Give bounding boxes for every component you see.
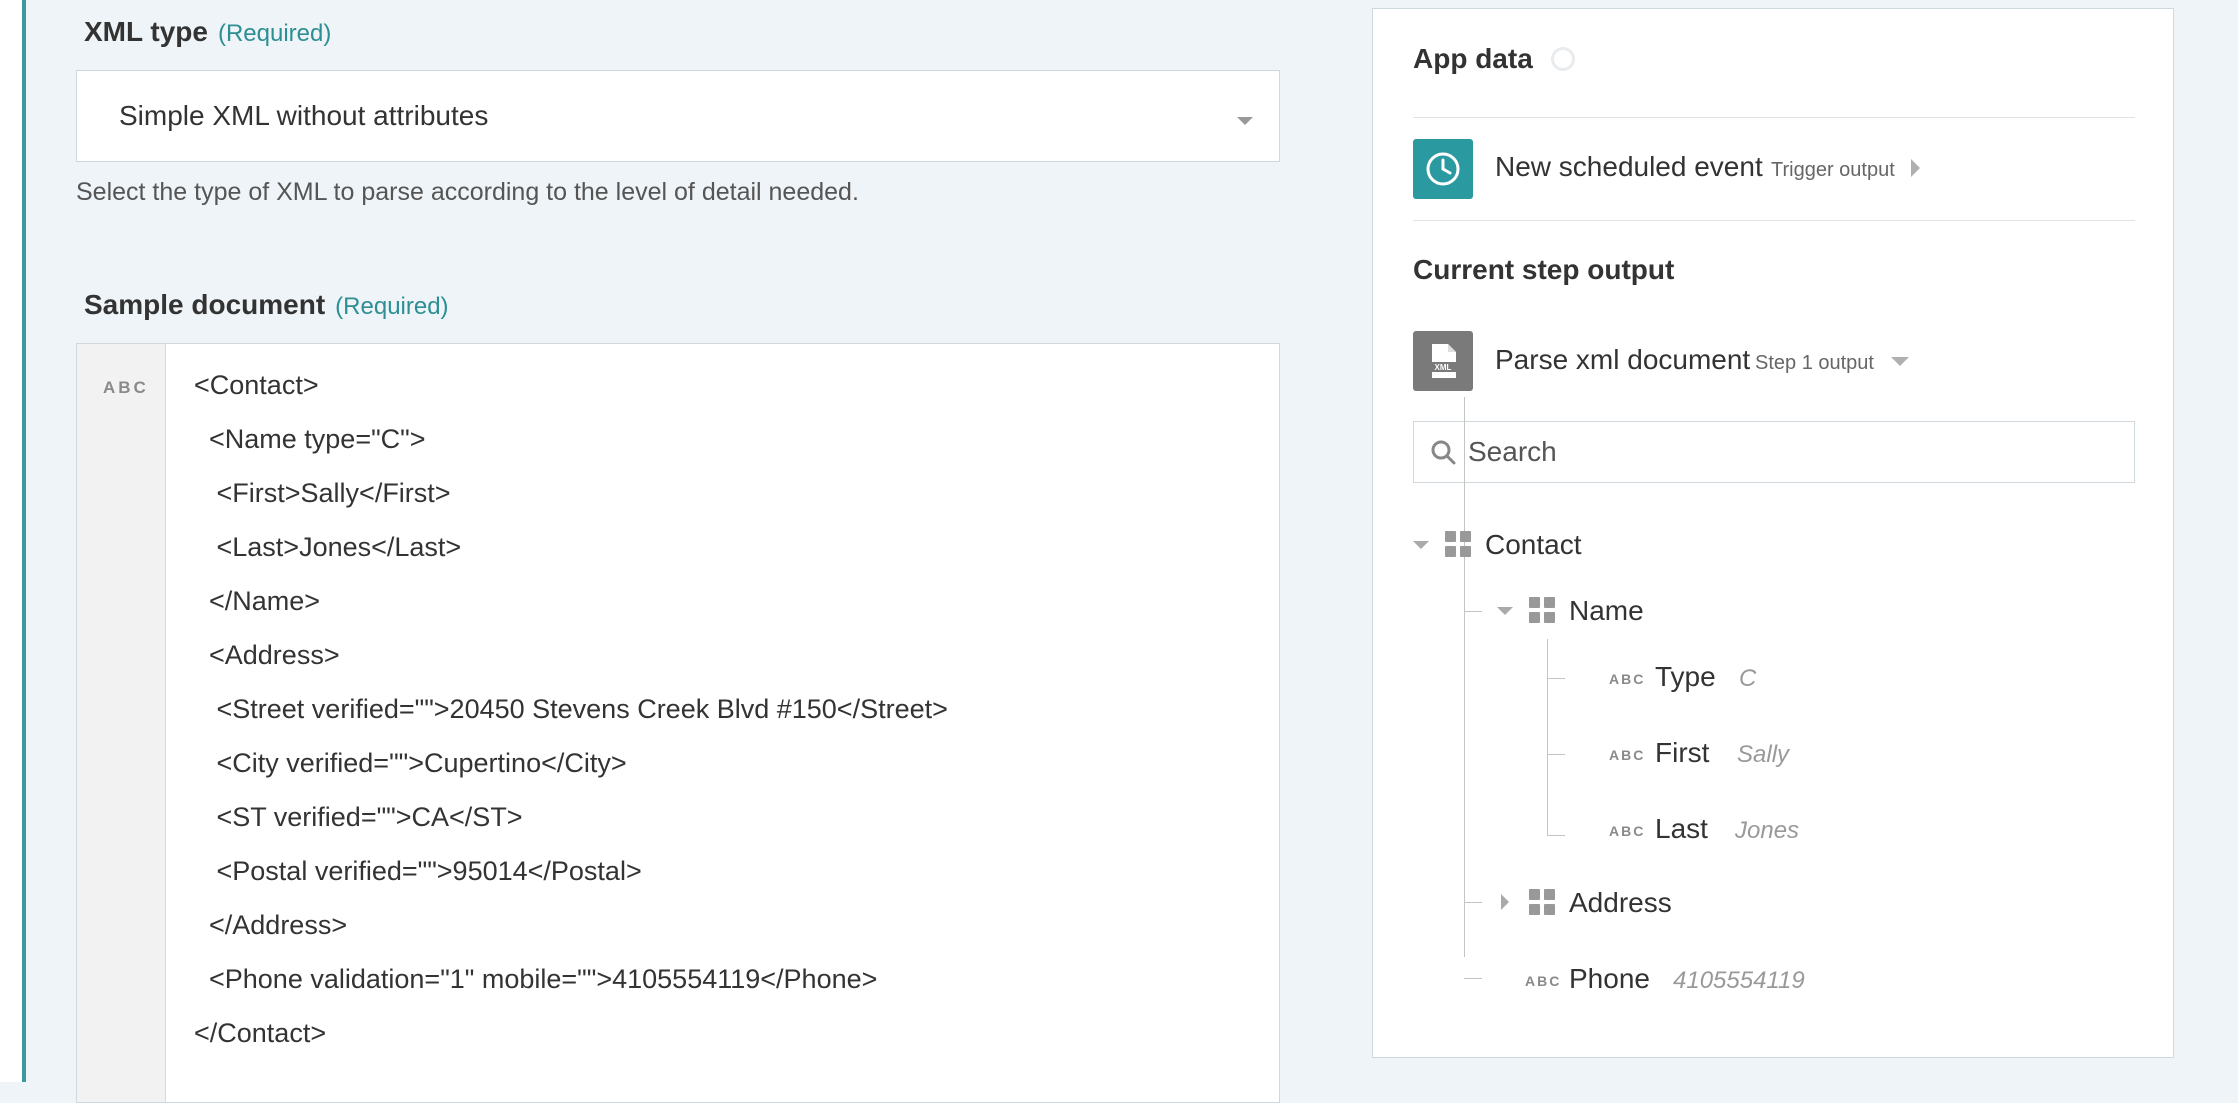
code-line: <ST verified="">CA</ST> bbox=[194, 802, 523, 832]
code-line: </Address> bbox=[194, 910, 348, 940]
clock-icon bbox=[1413, 139, 1473, 199]
app-data-panel: App data New scheduled event Trigger out… bbox=[1372, 8, 2174, 1058]
required-tag: (Required) bbox=[217, 20, 332, 47]
tree-node-value: C bbox=[1739, 665, 1757, 692]
code-line: </Name> bbox=[194, 586, 321, 616]
step-output-label: Step 1 output bbox=[1755, 352, 1874, 374]
tree-node-phone[interactable]: Phone bbox=[1569, 963, 1650, 995]
tree-connector bbox=[1464, 978, 1482, 979]
app-data-title: App data bbox=[1413, 43, 1533, 74]
code-line: <Postal verified="">95014</Postal> bbox=[194, 856, 642, 886]
svg-text:XML: XML bbox=[1435, 363, 1452, 372]
chevron-down-icon bbox=[1237, 117, 1253, 125]
search-input[interactable] bbox=[1466, 435, 2110, 469]
object-icon bbox=[1529, 597, 1555, 623]
required-tag: (Required) bbox=[335, 293, 449, 320]
code-line: <Contact> bbox=[194, 370, 319, 400]
loading-spinner-icon bbox=[1551, 47, 1575, 71]
object-icon bbox=[1529, 889, 1555, 915]
tree-node-value: Sally bbox=[1737, 741, 1790, 768]
code-line: <City verified="">Cupertino</City> bbox=[194, 748, 627, 778]
code-line: <Last>Jones</Last> bbox=[194, 532, 462, 562]
tree-connector bbox=[1464, 397, 1465, 957]
code-line: </Contact> bbox=[194, 1018, 327, 1048]
code-line: <First>Sally</First> bbox=[194, 478, 451, 508]
text-type-icon: ABC bbox=[1525, 973, 1562, 989]
tree-node-value: Jones bbox=[1735, 817, 1800, 844]
xml-type-label-text: XML type bbox=[84, 16, 208, 47]
divider bbox=[1413, 117, 2135, 118]
code-line: <Phone validation="1" mobile="">41055541… bbox=[194, 964, 878, 994]
collapse-toggle-icon[interactable] bbox=[1497, 607, 1513, 615]
editor-gutter: ABC bbox=[77, 344, 166, 1102]
tree-node-address[interactable]: Address bbox=[1569, 887, 1672, 919]
sample-document-editor[interactable]: ABC <Contact> <Name type="C"> <First>Sal… bbox=[76, 343, 1280, 1103]
collapse-toggle-icon[interactable] bbox=[1413, 541, 1429, 549]
tree-connector bbox=[1547, 835, 1565, 836]
xml-file-icon: XML bbox=[1413, 331, 1473, 391]
tree-node-type[interactable]: Type bbox=[1655, 661, 1716, 693]
tree-connector bbox=[1464, 902, 1482, 903]
divider bbox=[1413, 220, 2135, 221]
code-line: <Name type="C"> bbox=[194, 424, 426, 454]
tree-connector bbox=[1547, 639, 1548, 836]
text-type-icon: ABC bbox=[1609, 747, 1646, 763]
chevron-right-icon[interactable] bbox=[1911, 159, 1920, 177]
tree-connector bbox=[1547, 678, 1565, 679]
xml-type-help-text: Select the type of XML to parse accordin… bbox=[76, 178, 859, 206]
trigger-step-title[interactable]: New scheduled event bbox=[1495, 151, 1763, 183]
step-accent-bar bbox=[0, 0, 26, 1082]
xml-type-selected-value: Simple XML without attributes bbox=[119, 100, 489, 131]
current-step-title[interactable]: Parse xml document bbox=[1495, 344, 1750, 376]
tree-node-first[interactable]: First bbox=[1655, 737, 1709, 769]
xml-type-select[interactable]: Simple XML without attributes bbox=[76, 70, 1280, 162]
search-icon bbox=[1430, 439, 1456, 465]
tree-node-contact[interactable]: Contact bbox=[1485, 529, 1582, 561]
expand-toggle-icon[interactable] bbox=[1501, 894, 1509, 910]
xml-type-label: XML type (Required) bbox=[84, 16, 331, 48]
text-type-icon: ABC bbox=[103, 378, 149, 397]
tree-node-value: 4105554119 bbox=[1673, 967, 1805, 994]
code-line: <Address> bbox=[194, 640, 340, 670]
code-line: <Street verified="">20450 Stevens Creek … bbox=[194, 694, 948, 724]
tree-connector bbox=[1547, 754, 1565, 755]
text-type-icon: ABC bbox=[1609, 671, 1646, 687]
current-step-output-title: Current step output bbox=[1413, 254, 1675, 285]
tree-node-last[interactable]: Last bbox=[1655, 813, 1708, 845]
text-type-icon: ABC bbox=[1609, 823, 1646, 839]
sample-document-label-text: Sample document bbox=[84, 289, 326, 320]
object-icon bbox=[1445, 531, 1471, 557]
tree-connector bbox=[1464, 611, 1482, 612]
search-box bbox=[1413, 421, 2135, 483]
chevron-down-icon[interactable] bbox=[1891, 357, 1909, 366]
trigger-output-label: Trigger output bbox=[1771, 159, 1895, 181]
tree-node-name[interactable]: Name bbox=[1569, 595, 1644, 627]
sample-document-label: Sample document (Required) bbox=[84, 289, 449, 321]
